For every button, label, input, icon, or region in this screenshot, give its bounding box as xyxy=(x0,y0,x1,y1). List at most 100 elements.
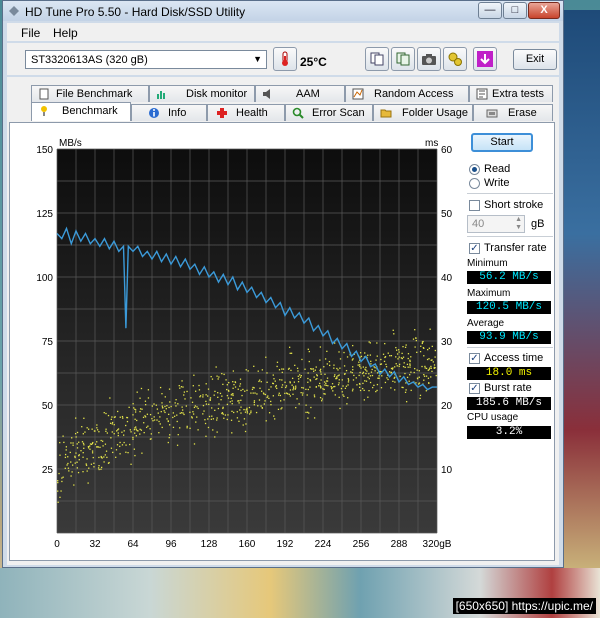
access-time-point xyxy=(333,364,335,366)
access-time-point xyxy=(319,382,321,385)
tab-random-access[interactable]: Random Access xyxy=(345,85,469,102)
access-time-point xyxy=(75,452,77,454)
access-time-point xyxy=(61,480,63,483)
access-time-point xyxy=(98,431,100,433)
temperature-button[interactable] xyxy=(273,47,297,71)
tab-error-scan[interactable]: Error Scan xyxy=(285,104,373,121)
access-time-point xyxy=(158,432,160,434)
access-time-point xyxy=(134,432,136,434)
write-radio[interactable] xyxy=(469,178,480,189)
access-time-point xyxy=(90,443,93,446)
access-time-point xyxy=(260,381,262,383)
transfer-rate-checkbox[interactable]: ✓ xyxy=(469,243,480,254)
minimize-button[interactable]: — xyxy=(478,2,502,19)
access-time-point xyxy=(198,389,201,391)
access-time-point xyxy=(133,407,135,409)
spinner-arrows-icon: ▲ ▼ xyxy=(515,216,522,231)
read-radio[interactable] xyxy=(469,164,480,175)
access-time-point xyxy=(356,384,358,386)
access-time-point xyxy=(420,345,422,347)
access-time-point xyxy=(291,384,293,386)
access-time-point xyxy=(126,417,129,419)
access-time-point xyxy=(398,363,401,366)
access-time-checkbox[interactable]: ✓ xyxy=(469,353,480,364)
access-time-point xyxy=(163,410,165,412)
access-time-point xyxy=(191,416,193,418)
access-time-point xyxy=(227,414,229,416)
tab-extra-tests[interactable]: Extra tests xyxy=(469,85,553,102)
tab-folder-usage[interactable]: Folder Usage xyxy=(373,104,473,121)
tab-label: Error Scan xyxy=(312,107,365,119)
access-time-point xyxy=(427,377,430,379)
options-button[interactable] xyxy=(443,47,467,71)
access-time-point xyxy=(413,371,415,374)
copy-all-button[interactable] xyxy=(391,47,415,71)
access-time-point xyxy=(159,386,162,389)
access-time-point xyxy=(253,365,255,367)
access-time-point xyxy=(96,427,98,429)
access-time-point xyxy=(253,387,255,389)
y-right-tick-label: 50 xyxy=(441,209,453,220)
title-bar[interactable]: HD Tune Pro 5.50 - Hard Disk/SSD Utility… xyxy=(3,1,563,21)
exit-button[interactable]: Exit xyxy=(513,49,557,70)
access-time-point xyxy=(190,397,192,399)
screenshot-button[interactable] xyxy=(417,47,441,71)
access-time-point xyxy=(168,388,171,390)
access-time-point xyxy=(147,389,150,391)
access-time-point xyxy=(205,403,208,405)
tab-disk-monitor[interactable]: Disk monitor xyxy=(149,85,255,102)
access-time-point xyxy=(186,427,188,429)
y-right-tick-label: 40 xyxy=(441,273,453,284)
access-time-point xyxy=(305,411,307,414)
access-time-point xyxy=(245,409,247,411)
burst-rate-checkbox[interactable]: ✓ xyxy=(469,383,480,394)
access-time-point xyxy=(320,371,322,373)
access-time-point xyxy=(283,399,285,401)
tab-erase[interactable]: Erase xyxy=(473,104,553,121)
access-time-point xyxy=(415,339,417,342)
access-time-point xyxy=(358,374,360,377)
access-time-point xyxy=(167,441,169,444)
menu-help[interactable]: Help xyxy=(53,26,78,40)
access-time-point xyxy=(346,356,349,358)
menu-file[interactable]: File xyxy=(21,26,40,40)
access-time-point xyxy=(319,385,322,387)
tab-benchmark[interactable]: Benchmark xyxy=(31,102,131,121)
save-button[interactable] xyxy=(473,47,497,71)
maximize-button[interactable]: □ xyxy=(503,2,527,19)
tab-health[interactable]: Health xyxy=(207,104,285,121)
access-time-point xyxy=(238,402,240,404)
access-time-point xyxy=(96,424,98,426)
access-time-point xyxy=(290,352,293,354)
access-time-point xyxy=(313,370,315,372)
tab-info[interactable]: Info xyxy=(131,104,207,121)
access-time-point xyxy=(347,378,349,380)
access-time-point xyxy=(71,437,73,439)
access-time-point xyxy=(256,393,258,395)
access-time-point xyxy=(140,387,143,390)
access-time-point xyxy=(319,346,322,348)
close-button[interactable]: X xyxy=(528,2,560,19)
access-time-point xyxy=(325,382,327,384)
access-time-point xyxy=(229,401,231,403)
access-time-point xyxy=(264,393,267,396)
start-button[interactable]: Start xyxy=(471,133,533,152)
access-time-point xyxy=(288,346,291,348)
access-time-point xyxy=(156,419,158,421)
access-time-point xyxy=(370,363,372,365)
short-stroke-checkbox[interactable] xyxy=(469,200,480,211)
tab-aam[interactable]: AAM xyxy=(255,85,345,102)
access-time-point xyxy=(308,350,310,353)
drive-select[interactable]: ST3320613AS (320 gB) ▼ xyxy=(25,50,267,69)
tab-label: Erase xyxy=(508,107,537,119)
access-time-point xyxy=(387,378,389,381)
access-time-point xyxy=(428,368,430,371)
copy-info-button[interactable] xyxy=(365,47,389,71)
access-time-point xyxy=(298,378,300,380)
access-time-point xyxy=(132,438,134,440)
menu-bar: File Help xyxy=(7,23,559,41)
tab-file-benchmark[interactable]: File Benchmark xyxy=(31,85,149,102)
access-time-point xyxy=(93,462,95,464)
short-stroke-spinner[interactable]: 40 ▲ ▼ xyxy=(467,215,525,233)
access-time-point xyxy=(298,403,300,405)
